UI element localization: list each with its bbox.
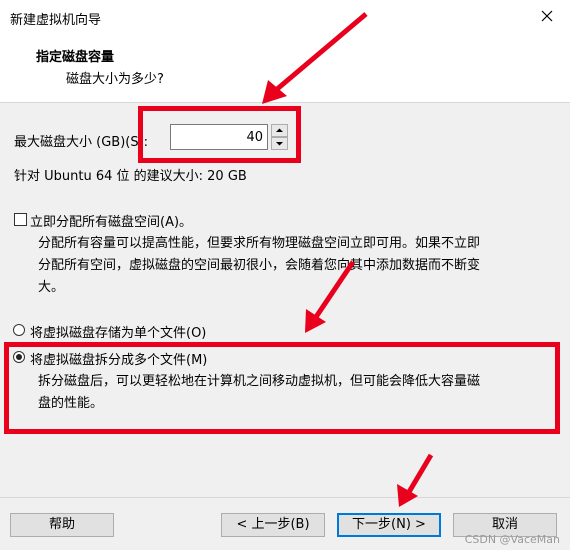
annotation-arrow-1 <box>262 12 368 104</box>
annotation-arrows <box>262 12 434 507</box>
watermark: CSDN @VaceMan <box>464 533 560 546</box>
annotation-arrow-2 <box>305 260 356 333</box>
annotation-arrow-3 <box>397 453 434 507</box>
